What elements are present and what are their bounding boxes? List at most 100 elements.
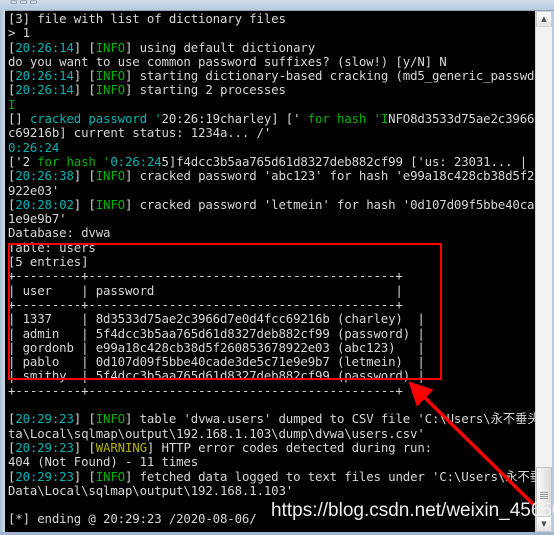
console-text: ] [	[73, 82, 96, 98]
console-line: [20:28:02] [INFO] cracked password 'letm…	[8, 196, 536, 212]
console-text: +---------+-----------------------------…	[8, 296, 403, 312]
console-text: 20:26:14	[15, 39, 74, 55]
console-line	[8, 398, 536, 412]
console-text: > 1	[8, 25, 30, 41]
console-text: []	[8, 111, 30, 127]
console-line: Database: dvwa	[8, 226, 536, 240]
console-text: ] HTTP error codes detected during run:	[146, 439, 432, 455]
titlebar-glyphs: ▭ ▭ ▭	[10, 0, 38, 6]
console-text: | 1337 | 8d3533d75ae2c3966d7e0d4fcc69216…	[8, 311, 425, 327]
console-line: +---------+-----------------------------…	[8, 296, 536, 312]
console-text: ] [	[73, 196, 96, 212]
console-text: | gordonb | e99a18c428cb38d5f26085367892…	[8, 339, 425, 355]
screenshot-root: ▭ ▭ ▭ [3] file with list of dictionary f…	[0, 0, 554, 535]
console-line: I	[8, 96, 536, 112]
console-text: ] [	[73, 168, 96, 184]
console-text: ] [	[73, 411, 96, 427]
console-text: cracked password '	[29, 111, 162, 127]
console-line: [20:26:14] [INFO] starting 2 processes	[8, 83, 536, 97]
console-line: +---------+-----------------------------…	[8, 383, 536, 398]
terminal-console[interactable]: [3] file with list of dictionary files > …	[5, 11, 536, 532]
console-text: 1e9e9b7'	[8, 211, 67, 227]
vertical-scrollbar[interactable]: ▲ ▼	[535, 11, 552, 532]
console-text: ] cracked password 'abc123' for hash 'e9…	[124, 168, 536, 184]
scrollbar-track[interactable]	[536, 27, 552, 523]
console-text: 5]f4dcc3b5aa765d61d8327deb882cf99 ['us: …	[161, 153, 528, 169]
console-line: [3] file with list of dictionary files	[8, 11, 536, 26]
console-text: | user | password |	[8, 282, 403, 298]
window-titlebar[interactable]: ▭ ▭ ▭	[0, 0, 554, 11]
console-text: ] fetched data logged to text files unde…	[124, 468, 536, 484]
console-text: WARNING	[95, 439, 147, 455]
console-line: [20:26:14] [INFO] starting dictionary-ba…	[8, 69, 536, 83]
console-text: 922e03'	[8, 182, 60, 198]
console-text: ] [	[73, 439, 96, 455]
scroll-up-arrow-icon[interactable]: ▲	[536, 11, 552, 27]
console-line: [5 entries]	[8, 254, 536, 270]
console-line: ['2 for hash '0:26:245]f4dcc3b5aa765d61d…	[8, 153, 536, 169]
console-text: INFO	[95, 196, 125, 212]
console-line: +---------+-----------------------------…	[8, 269, 536, 283]
console-line: 0:26:24	[8, 139, 536, 155]
console-text: I	[8, 96, 16, 112]
console-text: | admin | 5f4dcc3b5aa765d61d8327deb882cf…	[8, 325, 425, 341]
console-line: | pablo | 0d107d09f5bbe40cade3de5c71e9e9…	[8, 354, 536, 370]
watermark-url: https://blog.csdn.net/weixin_45650712	[271, 500, 554, 521]
console-text: INFO	[95, 468, 125, 484]
console-line: [20:26:38] [INFO] cracked password 'abc1…	[8, 169, 536, 183]
console-line: [20:29:23] [INFO] table 'dvwa.users' dum…	[8, 412, 536, 426]
console-text: [3] file with list of dictionary files	[8, 11, 286, 26]
console-text: 20:26:19charley] ['	[161, 111, 301, 127]
console-line: | smithy | 5f4dcc3b5aa765d61d8327deb882c…	[8, 369, 536, 383]
console-line: 404 (Not Found) - 11 times	[8, 455, 536, 469]
console-text: do you want to use common password suffi…	[8, 53, 447, 69]
console-text: INFO	[95, 82, 125, 98]
console-text: 20:29:23	[15, 468, 74, 484]
console-text: [*] ending @ 20:29:23 /2020-08-06/	[8, 511, 257, 527]
console-text: NFO8d3533d75ae2c3966d7e0d4fc	[388, 111, 536, 127]
console-text: ] using default dictionary	[124, 39, 316, 55]
console-text: Table: users	[8, 239, 96, 255]
console-text: c69216b] current status: 1234a... /'	[8, 125, 272, 141]
console-text: ] [	[73, 39, 96, 55]
console-text: 20:29:23	[15, 411, 74, 427]
console-line: Data\Local\sqlmap\output\192.168.1.103'	[8, 482, 536, 498]
console-line: Table: users	[8, 239, 536, 255]
console-text: Data\Local\sqlmap\output\192.168.1.103'	[8, 482, 294, 498]
console-text: INFO	[95, 168, 125, 184]
console-text: INFO	[95, 68, 125, 84]
console-line: | admin | 5f4dcc3b5aa765d61d8327deb882cf…	[8, 325, 536, 341]
console-text: 0:26:24	[8, 139, 60, 155]
console-line: 1e9e9b7'	[8, 212, 536, 226]
console-text: 404 (Not Found) - 11 times	[8, 454, 199, 470]
console-text: ['2	[8, 153, 30, 169]
console-line: | gordonb | e99a18c428cb38d5f26085367892…	[8, 339, 536, 355]
console-line: | user | password |	[8, 282, 536, 298]
console-line: do you want to use common password suffi…	[8, 53, 536, 69]
console-text: for hash '	[300, 111, 381, 127]
console-line: [] cracked password '20:26:19charley] ['…	[8, 111, 536, 127]
console-text: | pablo | 0d107d09f5bbe40cade3de5c71e9e9…	[8, 354, 425, 370]
console-text: 20:29:23	[15, 439, 74, 455]
console-text: 20:26:38	[15, 168, 74, 184]
console-line: [20:26:14] [INFO] using default dictiona…	[8, 39, 536, 55]
console-text: ] [	[73, 68, 96, 84]
console-text: for hash '	[29, 153, 111, 169]
console-text: INFO	[95, 411, 125, 427]
console-text: Database: dvwa	[8, 225, 111, 241]
console-text: ] [	[73, 468, 96, 484]
console-text: INFO	[95, 39, 125, 55]
console-output: [3] file with list of dictionary files > …	[8, 11, 536, 532]
console-line: [20:29:23] [INFO] fetched data logged to…	[8, 468, 536, 484]
scrollbar-grip-icon	[540, 491, 548, 499]
console-line: ta\Local\sqlmap\output\192.168.1.103\dum…	[8, 426, 536, 441]
console-line: c69216b] current status: 1234a... /'	[8, 126, 536, 140]
console-text: ] starting 2 processes	[124, 82, 286, 98]
console-text: 0:26:24	[110, 153, 162, 169]
console-line: [20:29:23] [WARNING] HTTP error codes de…	[8, 439, 536, 455]
console-text: 20:26:14	[15, 68, 74, 84]
console-text: [5 entries]	[8, 254, 89, 270]
